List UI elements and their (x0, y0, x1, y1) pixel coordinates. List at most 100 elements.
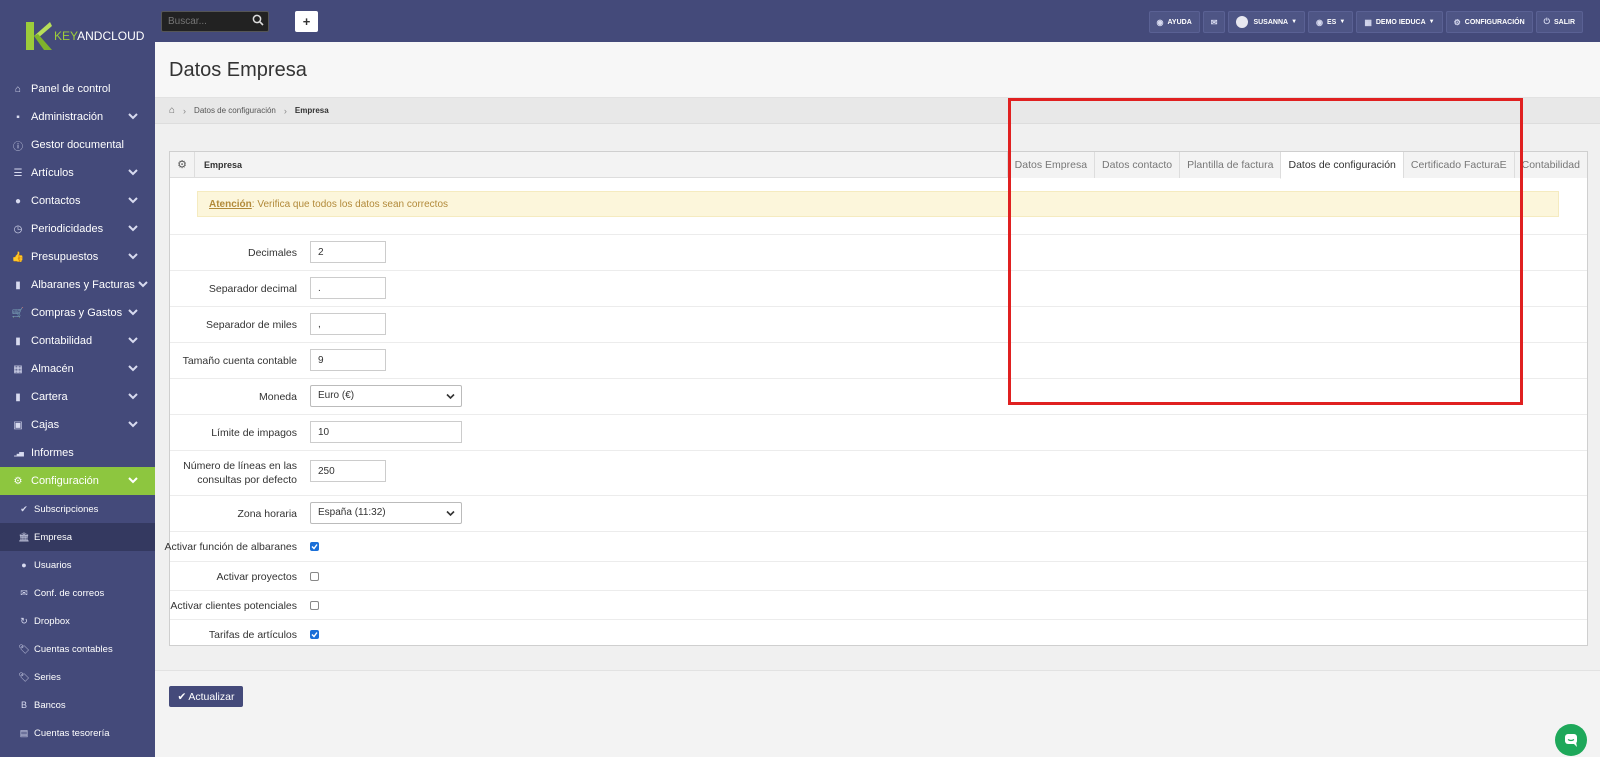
panel-title: Empresa (204, 160, 243, 170)
sidebar-subitem-subscripciones[interactable]: ✔ Subscripciones (0, 495, 155, 523)
home-icon: ⌂ (14, 83, 22, 95)
field-label: Tarifas de artículos (208, 629, 297, 641)
logout-label: SALIR (1554, 18, 1575, 26)
bar-chart-icon: ▁▃▅ (14, 450, 24, 457)
timezone-value: España (11:32) (318, 507, 386, 518)
decimals-input[interactable] (310, 241, 386, 263)
sidebar-item-label: Contactos (31, 195, 81, 207)
tab-certificado-facturae[interactable]: Certificado FacturaE (1402, 152, 1514, 178)
leads-checkbox[interactable] (310, 601, 319, 610)
bank-icon: 🏛 (18, 531, 30, 542)
sidebar-item-configuracion[interactable]: ⚙ Configuración (0, 467, 155, 495)
help-button[interactable]: ◉ AYUDA (1148, 11, 1200, 33)
inbox-icon: ▣ (13, 419, 23, 431)
sidebar-subitem-dropbox[interactable]: ↻ Dropbox (0, 607, 155, 635)
user-icon: ● (14, 195, 22, 207)
sidebar: KEYANDCLOUD ⌂ Panel de control ▪ Administr… (0, 0, 155, 757)
tab-contabilidad[interactable]: Contabilidad (1513, 152, 1587, 178)
envelope-icon: ✉ (20, 587, 28, 598)
breadcrumb-link[interactable]: Datos de configuración (194, 106, 276, 115)
chevron-down-icon (128, 477, 138, 484)
sidebar-item-cajas[interactable]: ▣ Cajas (0, 411, 155, 439)
settings-button[interactable]: ⚙ CONFIGURACIÓN (1445, 11, 1533, 33)
chat-icon (1565, 734, 1577, 747)
sidebar-item-compras-y-gastos[interactable]: 🛒 Compras y Gastos (0, 299, 155, 327)
check-icon: ✔ (177, 690, 187, 703)
tab-plantilla-de-factura[interactable]: Plantilla de factura (1179, 152, 1281, 178)
sidebar-item-label: Configuración (31, 475, 99, 487)
sidebar-subitem-cuentas-contables[interactable]: 🏷 Cuentas contables (0, 635, 155, 663)
chat-button[interactable] (1555, 724, 1587, 756)
top-nav: ◉ AYUDA ✉ SUSANNA ▼ ◉ ES ▼ ▦ DEMO IEDUCA ▼ ⚙ CO… (1148, 11, 1583, 33)
cart-icon: 🛒 (11, 307, 25, 319)
form-row-decimales: Decimales (170, 234, 1587, 270)
messages-button[interactable]: ✉ (1202, 11, 1226, 33)
sidebar-subitem-empresa[interactable]: 🏛 Empresa (0, 523, 155, 551)
sidebar-item-label: Cajas (31, 419, 60, 431)
item-rates-checkbox[interactable] (310, 630, 319, 639)
default-lines-input[interactable] (310, 460, 386, 482)
company-button[interactable]: ▦ DEMO IEDUCA ▼ (1356, 11, 1443, 33)
sidebar-item-articulos[interactable]: ☰ Artículos (0, 159, 155, 187)
projects-checkbox[interactable] (310, 572, 319, 581)
sidebar-item-administracion[interactable]: ▪ Administración (0, 103, 155, 131)
sidebar-item-cartera[interactable]: ▮ Cartera (0, 383, 155, 411)
sidebar-item-panel-de-control[interactable]: ⌂ Panel de control (0, 75, 155, 103)
info-icon: ⓘ (13, 141, 23, 153)
chevron-down-icon (128, 169, 138, 176)
tab-datos-contacto[interactable]: Datos contacto (1094, 152, 1180, 178)
breadcrumb-separator: › (283, 105, 287, 116)
field-label: Moneda (259, 391, 297, 403)
sidebar-item-label: Contabilidad (31, 335, 93, 347)
chevron-down-icon (128, 365, 138, 372)
sidebar-item-presupuestos[interactable]: 👍 Presupuestos (0, 243, 155, 271)
account-size-input[interactable] (310, 349, 386, 371)
field-label: Activar proyectos (216, 571, 297, 583)
bitcoin-icon: B (20, 700, 27, 710)
field-label: Tamaño cuenta contable (182, 355, 297, 367)
form-row-tarifas: Tarifas de artículos (170, 619, 1587, 647)
sidebar-subitem-bancos[interactable]: B Bancos (0, 691, 155, 719)
sidebar-item-albaranes-y-facturas[interactable]: ▮ Albaranes y Facturas (0, 271, 155, 299)
currency-select[interactable]: Euro (€) (310, 385, 462, 407)
delivery-notes-checkbox[interactable] (310, 542, 319, 551)
home-icon[interactable]: ⌂ (169, 105, 175, 116)
sidebar-item-label: Albaranes y Facturas (31, 279, 135, 291)
sidebar-item-periodicidades[interactable]: ◷ Periodicidades (0, 215, 155, 243)
sidebar-subitem-usuarios[interactable]: ● Usuarios (0, 551, 155, 579)
sidebar-subitem-cuentas-tesoreria[interactable]: ▤ Cuentas tesorería (0, 719, 155, 747)
sidebar-item-informes[interactable]: ▁▃▅ Informes (0, 439, 155, 467)
thousands-separator-input[interactable] (310, 313, 386, 335)
chevron-down-icon (128, 309, 138, 316)
refresh-icon: ↻ (20, 615, 28, 626)
timezone-select[interactable]: España (11:32) (310, 502, 462, 524)
sidebar-item-gestor-documental[interactable]: ⓘ Gestor documental (0, 131, 155, 159)
document-icon: ▮ (15, 335, 21, 347)
sidebar-item-contactos[interactable]: ● Contactos (0, 187, 155, 215)
chevron-down-icon (128, 113, 138, 120)
user-menu-button[interactable]: SUSANNA ▼ (1228, 11, 1306, 33)
company-label: DEMO IEDUCA (1375, 18, 1426, 26)
sidebar-subitem-series[interactable]: 🏷 Series (0, 663, 155, 691)
sidebar-item-almacen[interactable]: ▦ Almacén (0, 355, 155, 383)
page-title: Datos Empresa (169, 59, 307, 81)
decimal-separator-input[interactable] (310, 277, 386, 299)
logo-mark-icon (26, 22, 52, 50)
sidebar-item-label: Panel de control (31, 83, 111, 95)
tags-icon: 🏷 (18, 643, 30, 654)
sidebar-subitem-conf-de-correos[interactable]: ✉ Conf. de correos (0, 579, 155, 607)
update-button[interactable]: ✔ Actualizar (169, 686, 243, 707)
search-icon[interactable] (252, 14, 264, 26)
language-button[interactable]: ◉ ES ▼ (1308, 11, 1354, 33)
logo[interactable]: KEYANDCLOUD (0, 0, 155, 72)
unpaid-limit-input[interactable] (310, 421, 462, 443)
tab-datos-de-configuracion[interactable]: Datos de configuración (1280, 152, 1403, 179)
sidebar-subitem-label: Subscripciones (34, 503, 99, 515)
tab-datos-empresa[interactable]: Datos Empresa (1006, 152, 1095, 178)
sidebar-item-label: Artículos (31, 167, 74, 179)
field-label-line2: consultas por defecto (197, 474, 297, 486)
sidebar-item-contabilidad[interactable]: ▮ Contabilidad (0, 327, 155, 355)
warning-alert: Atención: Verifica que todos los datos s… (197, 191, 1559, 217)
add-button[interactable]: + (295, 11, 318, 32)
logout-button[interactable]: ⏻ SALIR (1535, 11, 1583, 33)
